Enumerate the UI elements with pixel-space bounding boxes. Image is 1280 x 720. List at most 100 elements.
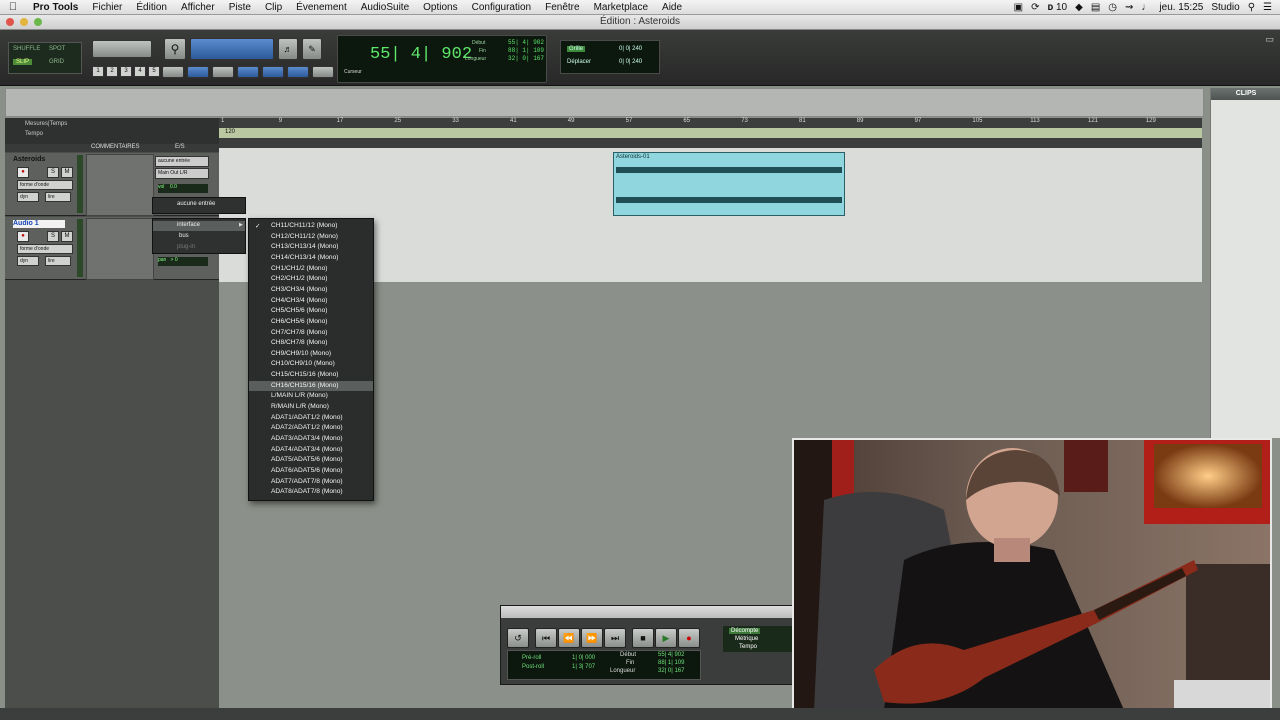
close-icon[interactable]	[6, 18, 14, 26]
submenu-item[interactable]: ADAT4/ADAT3/4 (Mono)	[271, 446, 343, 453]
fn-6[interactable]	[287, 66, 309, 78]
submenu-item[interactable]: CH2/CH1/2 (Mono)	[271, 275, 327, 282]
category-interface[interactable]: interface	[177, 222, 200, 228]
pan-field[interactable]: pan > 0	[158, 257, 208, 266]
zoom-preset-1[interactable]: 1	[92, 66, 104, 77]
clips-title[interactable]: CLIPS	[1211, 88, 1280, 100]
menu-audiosuite[interactable]: AudioSuite	[354, 2, 416, 13]
timemachine-icon[interactable]: ◷	[1108, 2, 1117, 13]
menu-clip[interactable]: Clip	[258, 2, 289, 13]
sync-icon[interactable]: ⟳	[1031, 2, 1039, 13]
zoom-preset-5[interactable]: 5	[148, 66, 160, 77]
submenu-item[interactable]: CH3/CH3/4 (Mono)	[271, 286, 327, 293]
countoff-button[interactable]: Décompte	[729, 628, 761, 634]
nudge-label[interactable]: Déplacer	[567, 59, 591, 65]
zoomer-tool-icon[interactable]: ⚲	[164, 38, 186, 60]
audio-clip[interactable]: Asteroids-01	[613, 152, 845, 216]
fn-7[interactable]	[312, 66, 334, 78]
submenu-item[interactable]: ADAT8/ADAT7/8 (Mono)	[271, 488, 343, 495]
submenu-item[interactable]: CH10/CH9/10 (Mono)	[271, 360, 335, 367]
mode-grid[interactable]: GRID	[49, 59, 64, 65]
track-comment[interactable]	[86, 218, 154, 280]
submenu-item[interactable]: CH9/CH9/10 (Mono)	[271, 350, 331, 357]
tempo-marker[interactable]: 120	[225, 129, 235, 135]
fastforward-icon[interactable]: ⏩	[581, 628, 603, 648]
mode-slip[interactable]: SLIP	[13, 59, 33, 65]
counter-start[interactable]: 55| 4| 902	[508, 39, 544, 46]
transport-end-value[interactable]: 88| 1| 109	[658, 660, 684, 666]
fn-2[interactable]	[187, 66, 209, 78]
play-icon[interactable]: ▶	[655, 628, 677, 648]
automation-mode[interactable]: lire	[45, 256, 71, 266]
no-input-item[interactable]: aucune entrée	[177, 201, 215, 207]
postroll-value[interactable]: 1| 3| 707	[572, 664, 595, 670]
submenu-item[interactable]: ADAT7/ADAT7/8 (Mono)	[271, 478, 343, 485]
volume-icon[interactable]: ♩	[1141, 2, 1151, 13]
end-icon[interactable]: ⏭	[604, 628, 626, 648]
spotlight-icon[interactable]: ⚲	[1248, 2, 1255, 13]
submenu-item[interactable]: CH12/CH11/12 (Mono)	[271, 233, 338, 240]
fn-1[interactable]	[162, 66, 184, 78]
clock[interactable]: jeu. 15:25	[1159, 2, 1203, 13]
record-arm-icon[interactable]: ●	[17, 231, 29, 242]
fn-5[interactable]	[262, 66, 284, 78]
ruler-tempo-label[interactable]: Tempo	[25, 131, 43, 137]
tempo-label[interactable]: Tempo	[739, 644, 757, 650]
transport-start-value[interactable]: 55| 4| 902	[658, 652, 684, 658]
volume-field[interactable]: vol 0.0	[158, 184, 208, 193]
online-icon[interactable]: ↺	[507, 628, 529, 648]
solo-button[interactable]: S	[47, 167, 59, 178]
submenu-item[interactable]: CH11/CH11/12 (Mono)	[271, 222, 337, 229]
mute-button[interactable]: M	[61, 231, 73, 242]
main-counter[interactable]: 55| 4| 902 Début Fin Longueur 55| 4| 902…	[337, 35, 547, 83]
category-bus[interactable]: bus	[179, 233, 189, 239]
record-icon[interactable]: ●	[678, 628, 700, 648]
zoom-preset-2[interactable]: 2	[106, 66, 118, 77]
fn-3[interactable]	[212, 66, 234, 78]
grid-value[interactable]: 0| 0| 240	[619, 46, 642, 52]
track-output[interactable]: Main Out L/R	[155, 168, 209, 179]
submenu-item[interactable]: CH7/CH7/8 (Mono)	[271, 329, 327, 336]
menu-marketplace[interactable]: Marketplace	[587, 2, 655, 13]
track-name[interactable]: Audio 1	[13, 220, 65, 228]
menu-options[interactable]: Options	[416, 2, 464, 13]
scrubber-tool-icon[interactable]: ♬	[278, 38, 298, 60]
counter-length[interactable]: 32| 0| 167	[508, 55, 544, 62]
submenu-item[interactable]: CH5/CH5/6 (Mono)	[271, 307, 327, 314]
edit-window-bottom-bar[interactable]	[0, 708, 1280, 720]
zoom-preset-3[interactable]: 3	[120, 66, 132, 77]
pencil-tool-icon[interactable]: ✎	[302, 38, 322, 60]
menu-fichier[interactable]: Fichier	[85, 2, 129, 13]
submenu-item[interactable]: CH6/CH5/6 (Mono)	[271, 318, 327, 325]
transport-length-value[interactable]: 32| 0| 167	[658, 668, 684, 674]
smart-tool[interactable]	[190, 38, 274, 60]
submenu-item[interactable]: ADAT1/ADAT1/2 (Mono)	[271, 414, 343, 421]
track-comment[interactable]	[86, 154, 154, 216]
automation-dyn[interactable]: dyn	[17, 256, 39, 266]
zoom-buttons[interactable]	[92, 40, 152, 58]
stop-icon[interactable]: ■	[632, 628, 654, 648]
mode-shuffle[interactable]: SHUFFLE	[13, 46, 40, 52]
postroll-label[interactable]: Post-roll	[522, 664, 544, 670]
submenu-item[interactable]: CH13/CH13/14 (Mono)	[271, 243, 338, 250]
menu-aide[interactable]: Aide	[655, 2, 689, 13]
submenu-item[interactable]: CH14/CH13/14 (Mono)	[271, 254, 338, 261]
record-arm-icon[interactable]: ●	[17, 167, 29, 178]
submenu-item[interactable]: CH16/CH15/16 (Mono)	[271, 382, 338, 389]
submenu-item[interactable]: CH1/CH1/2 (Mono)	[271, 265, 327, 272]
ruler-bars-label[interactable]: Mesures|Temps	[25, 121, 67, 127]
counter-end[interactable]: 88| 1| 109	[508, 47, 544, 54]
submenu-item[interactable]: ADAT5/ADAT5/6 (Mono)	[271, 456, 343, 463]
notification-icon[interactable]: ☰	[1263, 2, 1272, 13]
metronome-button[interactable]: Métrique	[735, 636, 758, 642]
track-input[interactable]: aucune entrée	[155, 156, 209, 167]
track-view-select[interactable]: forme d'onde	[17, 244, 73, 254]
nudge-value[interactable]: 0| 0| 240	[619, 59, 642, 65]
submenu-item[interactable]: R/MAIN L/R (Mono)	[271, 403, 329, 410]
display-icon[interactable]: ▤	[1091, 2, 1100, 13]
user-name[interactable]: Studio	[1211, 2, 1239, 13]
menu-evenement[interactable]: Évenement	[289, 2, 354, 13]
menu-configuration[interactable]: Configuration	[465, 2, 538, 13]
mode-spot[interactable]: SPOT	[49, 46, 65, 52]
submenu-item[interactable]: CH8/CH7/8 (Mono)	[271, 339, 327, 346]
